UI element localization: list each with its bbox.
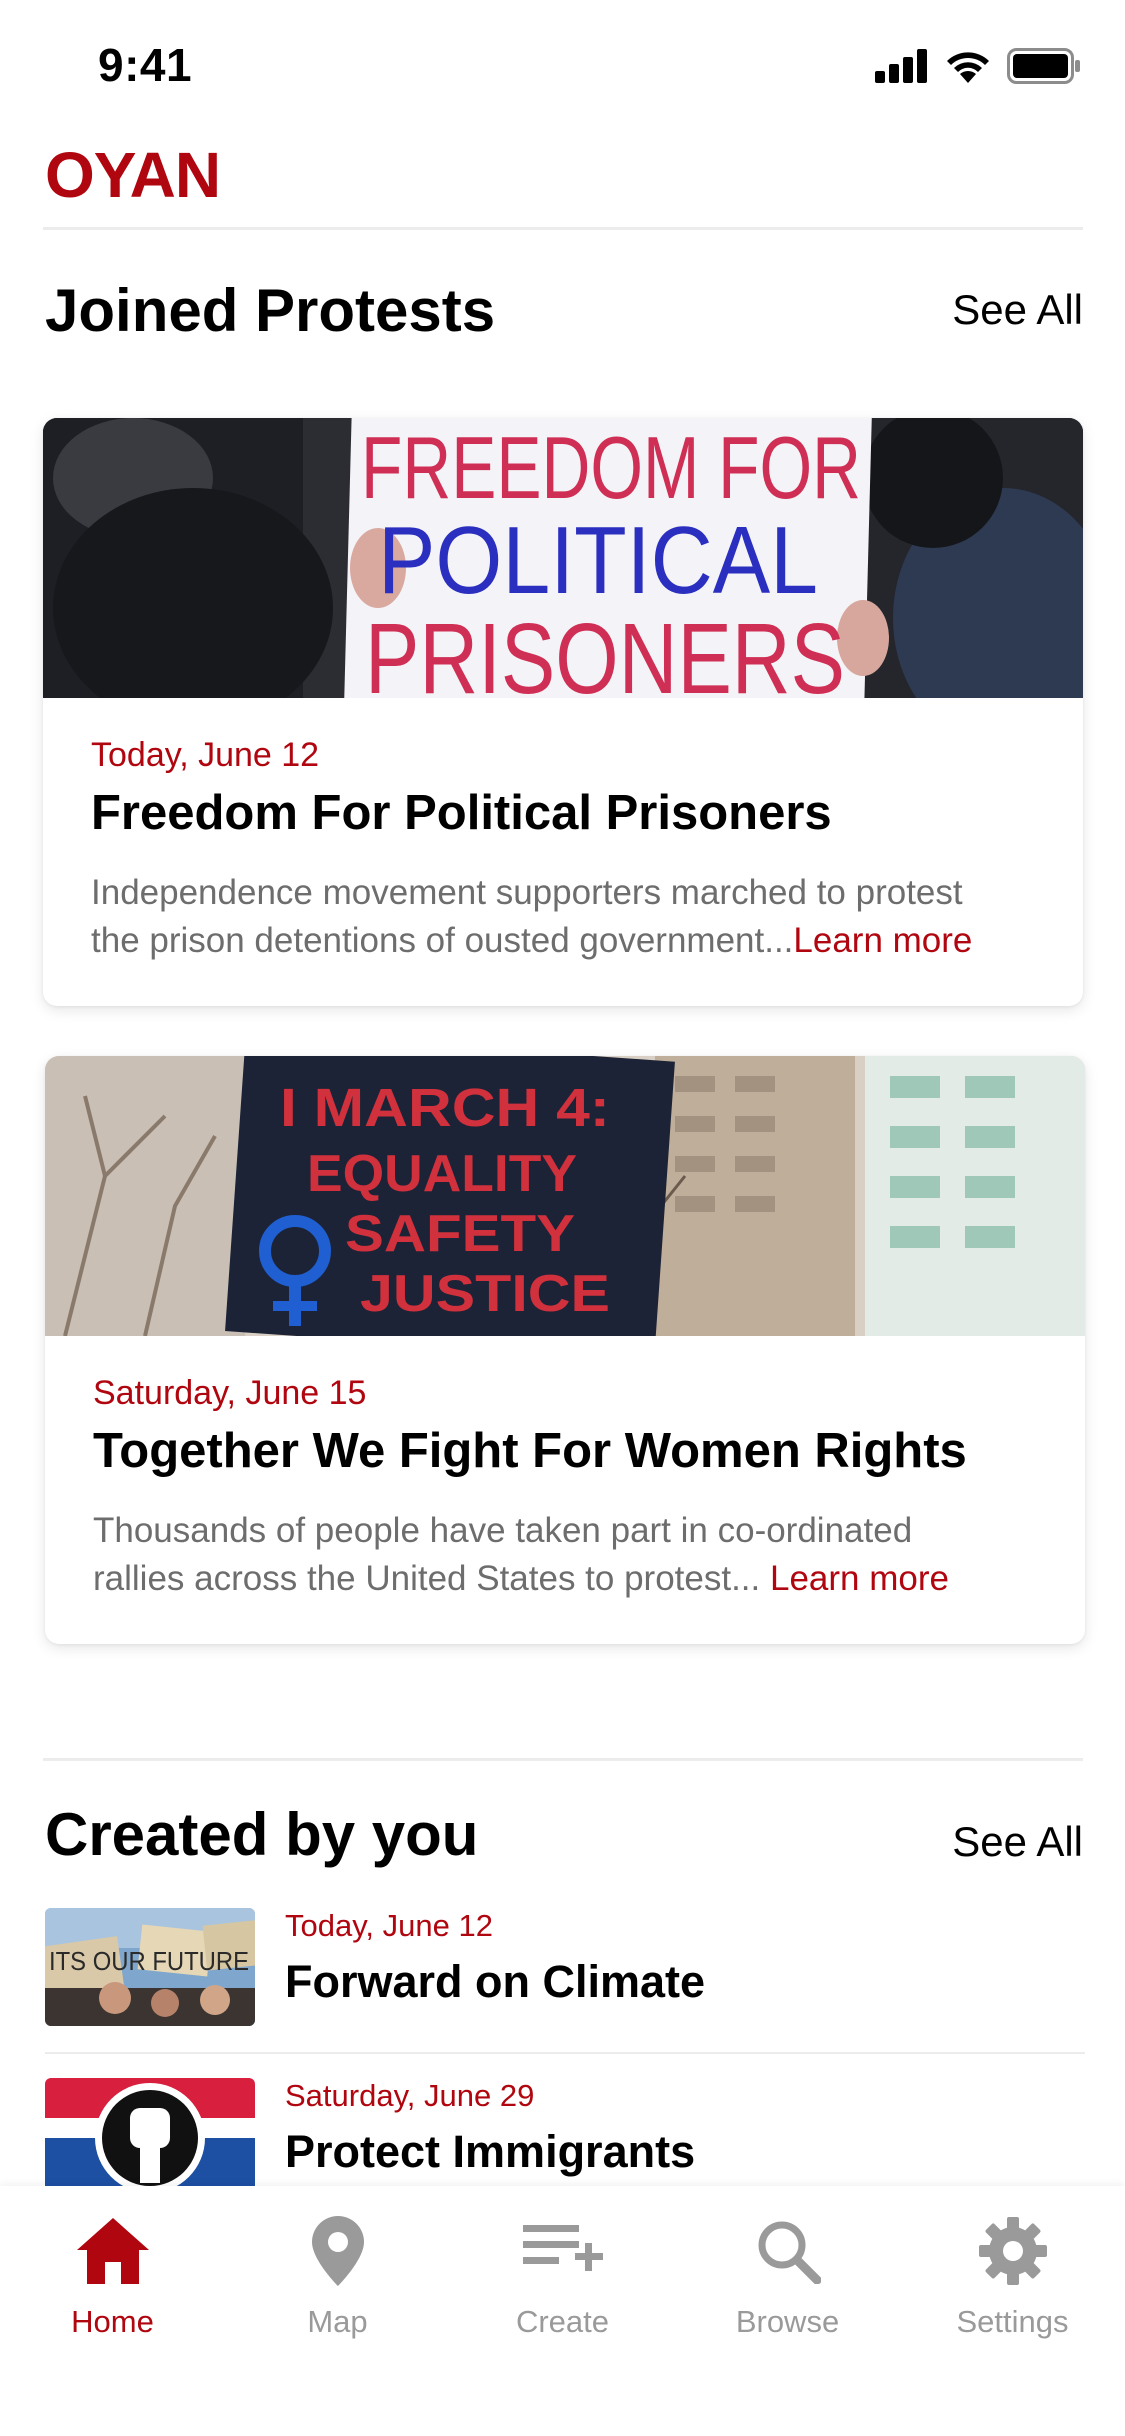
tab-label: Browse (735, 2304, 840, 2339)
card-desc-line: rallies across the United States to prot… (93, 1559, 770, 1598)
card-title: Together We Fight For Women Rights (93, 1424, 967, 1478)
list-item-title: Protect Immigrants (285, 2126, 696, 2177)
sign-line-4: JUSTICE (360, 1265, 610, 1323)
map-pin-icon (311, 2216, 364, 2286)
learn-more-link[interactable]: Learn more (793, 921, 972, 960)
header-divider (43, 227, 1083, 230)
list-item-date: Today, June 12 (285, 1908, 493, 1943)
card-date: Saturday, June 15 (93, 1374, 367, 1412)
joined-see-all-link[interactable]: See All (952, 286, 1083, 334)
card-desc-line: Independence movement supporters marched… (91, 873, 963, 912)
tab-label: Settings (956, 2304, 1069, 2339)
sign-text: ITS OUR FUTURE (49, 1946, 249, 1976)
list-item-date: Saturday, June 29 (285, 2078, 535, 2113)
section-divider (43, 1758, 1083, 1761)
status-bar: 9:41 (0, 0, 1125, 132)
protest-card-image: I MARCH 4: EQUALITY SAFETY JUSTICE (45, 1056, 1085, 1336)
sign-line-1: I MARCH 4: (280, 1078, 610, 1138)
learn-more-link[interactable]: Learn more (770, 1559, 949, 1598)
status-time: 9:41 (98, 39, 193, 91)
card-title: Freedom For Political Prisoners (91, 786, 832, 840)
card-desc-line: the prison detentions of ousted governme… (91, 921, 794, 960)
list-item-thumbnail (45, 2078, 255, 2196)
sign-line-3: PRISONERS (365, 603, 845, 698)
protest-card[interactable]: I MARCH 4: EQUALITY SAFETY JUSTICE Satur… (45, 1056, 1085, 1644)
joined-protests-title: Joined Protests (45, 277, 496, 344)
tab-bar: Home Map Create Browse Settings (0, 2186, 1125, 2436)
created-see-all-link[interactable]: See All (952, 1818, 1083, 1866)
create-list-icon (522, 2225, 603, 2271)
protest-card-image: FREEDOM FOR POLITICAL PRISONERS (43, 418, 1083, 698)
sign-line-1: FREEDOM FOR (361, 418, 861, 517)
battery-icon (1007, 48, 1080, 84)
tab-label: Home (71, 2304, 154, 2339)
tab-label: Map (307, 2304, 368, 2339)
protest-card[interactable]: FREEDOM FOR POLITICAL PRISONERS Today, J… (43, 418, 1083, 1006)
list-item-title: Forward on Climate (285, 1956, 706, 2007)
list-item[interactable]: ITS OUR FUTURE Today, June 12 Forward on… (45, 1908, 1085, 2058)
tab-label: Create (515, 2304, 610, 2339)
card-date: Today, June 12 (91, 736, 320, 774)
sign-line-3: SAFETY (345, 1205, 575, 1263)
home-icon (76, 2218, 149, 2284)
cellular-signal-icon (875, 49, 927, 83)
status-icons (875, 48, 1081, 84)
wifi-icon (947, 52, 989, 83)
search-icon (758, 2221, 821, 2284)
tab-browse[interactable]: Browse (675, 2206, 900, 2340)
created-by-you-title: Created by you (45, 1801, 479, 1868)
tab-create[interactable]: Create (450, 2206, 675, 2340)
app-header: OYAN (45, 138, 221, 212)
card-desc-line: Thousands of people have taken part in c… (93, 1511, 913, 1550)
list-item-thumbnail: ITS OUR FUTURE (45, 1908, 255, 2026)
sign-line-2: POLITICAL (378, 507, 818, 614)
tab-settings[interactable]: Settings (900, 2206, 1125, 2340)
sign-line-2: EQUALITY (307, 1145, 577, 1203)
app-logo: OYAN (45, 139, 221, 211)
tab-map[interactable]: Map (225, 2206, 450, 2340)
card-description: Thousands of people have taken part in c… (93, 1507, 1037, 1603)
gear-icon (978, 2217, 1047, 2285)
card-description: Independence movement supporters marched… (91, 869, 1035, 965)
list-divider (45, 2052, 1085, 2054)
tab-home[interactable]: Home (0, 2206, 225, 2340)
